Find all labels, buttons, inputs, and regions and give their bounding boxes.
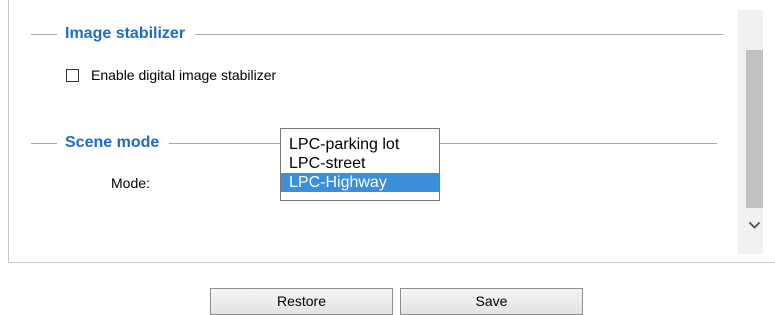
enable-stabilizer-label[interactable]: Enable digital image stabilizer	[91, 67, 276, 83]
enable-stabilizer-checkbox[interactable]	[66, 68, 79, 82]
image-stabilizer-section: Image stabilizer	[31, 24, 747, 44]
enable-stabilizer-row[interactable]: Enable digital image stabilizer	[66, 65, 276, 85]
settings-frame: Image stabilizer Enable digital image st…	[0, 0, 775, 315]
mode-label: Mode:	[111, 175, 150, 191]
scene-mode-title: Scene mode	[65, 134, 160, 151]
section-divider-left	[31, 33, 57, 35]
image-stabilizer-title: Image stabilizer	[65, 25, 186, 42]
mode-option-parking-lot[interactable]: LPC-parking lot	[281, 135, 439, 154]
vertical-scrollbar[interactable]	[738, 10, 763, 254]
section-divider-left	[31, 142, 57, 144]
save-button[interactable]: Save	[400, 288, 583, 315]
mode-dropdown-list[interactable]: LPC-parking lot LPC-street LPC-Highway	[280, 128, 440, 201]
settings-panel: Image stabilizer Enable digital image st…	[8, 0, 775, 263]
mode-option-highway[interactable]: LPC-Highway	[281, 173, 439, 192]
section-divider-right	[195, 33, 724, 35]
scrollbar-thumb[interactable]	[746, 50, 763, 208]
chevron-down-icon[interactable]	[746, 215, 763, 235]
mode-option-street[interactable]: LPC-street	[281, 154, 439, 173]
restore-button[interactable]: Restore	[210, 288, 393, 315]
section-divider-right	[169, 142, 718, 144]
